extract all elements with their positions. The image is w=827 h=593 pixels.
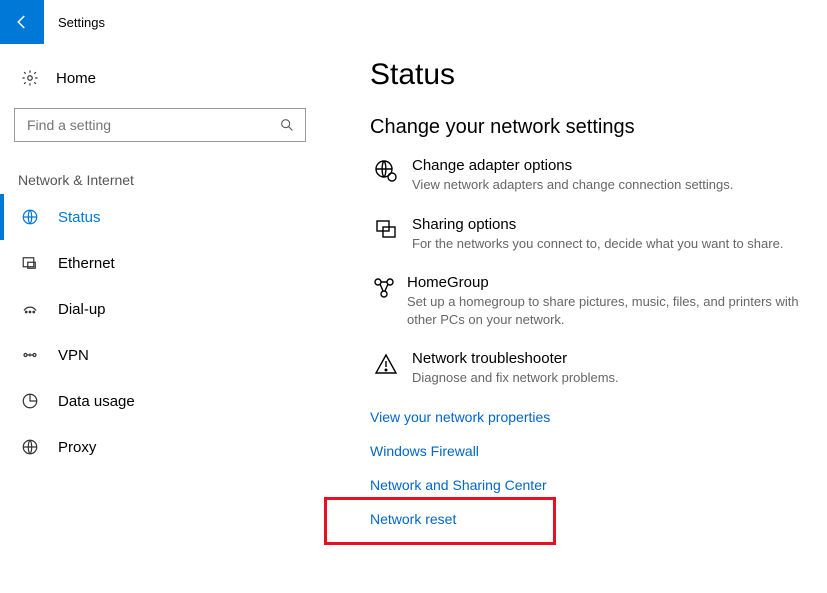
sidebar-item-label: Status <box>42 209 101 226</box>
sidebar-item-vpn[interactable]: VPN <box>0 332 320 378</box>
sidebar-item-proxy[interactable]: Proxy <box>0 424 320 470</box>
status-icon <box>18 208 42 226</box>
option-desc: View network adapters and change connect… <box>412 176 733 194</box>
sidebar-item-ethernet[interactable]: Ethernet <box>0 240 320 286</box>
sidebar-home-label: Home <box>42 70 96 87</box>
ethernet-icon <box>18 254 42 272</box>
search-icon <box>279 117 295 133</box>
back-button[interactable] <box>0 0 44 44</box>
link-windows-firewall[interactable]: Windows Firewall <box>370 443 479 459</box>
option-title: Change adapter options <box>412 157 733 174</box>
data-usage-icon <box>18 392 42 410</box>
sidebar-home[interactable]: Home <box>0 58 320 98</box>
vpn-icon <box>18 346 42 364</box>
section-heading: Change your network settings <box>370 116 817 139</box>
dialup-icon <box>18 300 42 318</box>
sidebar-item-label: VPN <box>42 347 89 364</box>
option-desc: Diagnose and fix network problems. <box>412 369 619 387</box>
sidebar-item-status[interactable]: Status <box>0 194 320 240</box>
app-title: Settings <box>44 15 105 30</box>
link-view-network-properties[interactable]: View your network properties <box>370 409 550 425</box>
sidebar-item-datausage[interactable]: Data usage <box>0 378 320 424</box>
option-homegroup[interactable]: HomeGroup Set up a homegroup to share pi… <box>370 274 817 328</box>
globe-settings-icon <box>370 157 402 194</box>
homegroup-icon <box>370 274 397 328</box>
sidebar-item-label: Dial-up <box>42 301 106 318</box>
search-field[interactable] <box>25 116 279 134</box>
option-desc: For the networks you connect to, decide … <box>412 235 783 253</box>
sidebar-nav: Status Ethernet Dial-up VPN <box>0 194 320 470</box>
option-title: HomeGroup <box>407 274 817 291</box>
title-bar: Settings <box>0 0 827 44</box>
link-network-reset[interactable]: Network reset <box>370 511 456 527</box>
option-title: Sharing options <box>412 216 783 233</box>
option-title: Network troubleshooter <box>412 350 619 367</box>
gear-icon <box>18 69 42 87</box>
option-change-adapter[interactable]: Change adapter options View network adap… <box>370 157 817 194</box>
option-sharing[interactable]: Sharing options For the networks you con… <box>370 216 817 253</box>
sidebar: Home Network & Internet Status Ethernet <box>0 44 320 545</box>
sharing-icon <box>370 216 402 253</box>
option-troubleshooter[interactable]: Network troubleshooter Diagnose and fix … <box>370 350 817 387</box>
troubleshoot-icon <box>370 350 402 387</box>
search-input[interactable] <box>14 108 306 142</box>
sidebar-item-label: Data usage <box>42 393 135 410</box>
link-network-sharing-center[interactable]: Network and Sharing Center <box>370 477 547 493</box>
main-content: Status Change your network settings Chan… <box>320 44 827 545</box>
page-title: Status <box>370 58 817 92</box>
sidebar-item-label: Proxy <box>42 439 96 456</box>
links-section: View your network properties Windows Fir… <box>370 409 817 545</box>
arrow-left-icon <box>13 13 31 31</box>
sidebar-item-label: Ethernet <box>42 255 115 272</box>
option-desc: Set up a homegroup to share pictures, mu… <box>407 293 817 328</box>
sidebar-item-dialup[interactable]: Dial-up <box>0 286 320 332</box>
proxy-icon <box>18 438 42 456</box>
sidebar-section-title: Network & Internet <box>0 142 320 194</box>
